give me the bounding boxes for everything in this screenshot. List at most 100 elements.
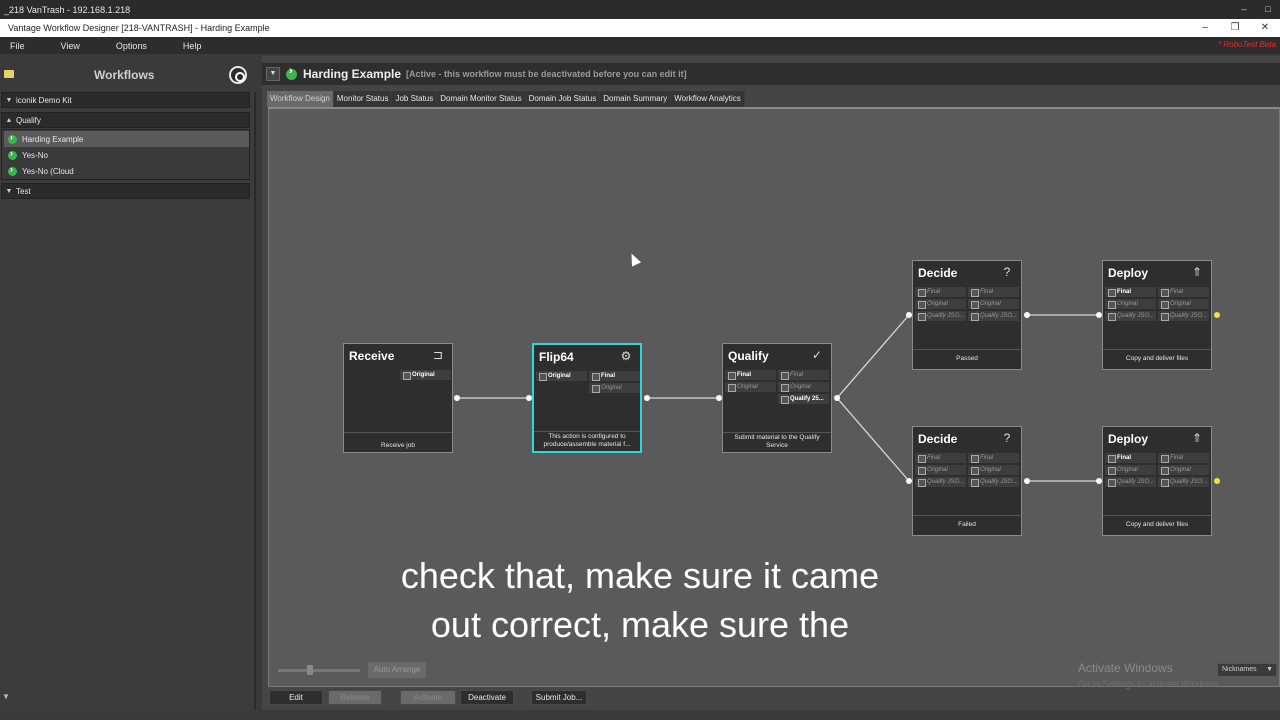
node-description: Submit material to the Qualify Service — [734, 434, 820, 449]
node-decide-failed[interactable]: Decide ? Final Original Qualify JSO... F… — [912, 426, 1022, 536]
input-port[interactable] — [526, 395, 532, 401]
node-variable: Qualify JSO... — [915, 311, 966, 321]
node-title: Receive — [349, 349, 395, 363]
output-port[interactable] — [644, 395, 650, 401]
collapse-arrow-icon[interactable]: ▲ — [2, 117, 16, 124]
close-button[interactable]: ✕ — [1250, 19, 1280, 37]
restore-button[interactable]: ❐ — [1220, 19, 1250, 37]
sidebar-item-label: Yes-No — [22, 150, 48, 160]
output-port[interactable] — [1024, 478, 1030, 484]
sidebar-group-label: Qualify — [16, 115, 41, 125]
node-variable: Original — [778, 382, 829, 392]
folder-icon — [4, 70, 14, 78]
sidebar-item-harding-example[interactable]: Harding Example — [4, 131, 249, 147]
input-port[interactable] — [1096, 312, 1102, 318]
output-port[interactable] — [454, 395, 460, 401]
sidebar-scroll-down-icon[interactable]: ▼ — [2, 692, 10, 701]
node-description-box: Submit material to the Qualify Service — [723, 432, 831, 452]
output-port[interactable] — [1024, 312, 1030, 318]
node-title: Flip64 — [539, 350, 574, 364]
deploy-icon: ⇑ — [1191, 431, 1203, 445]
edit-button[interactable]: Edit — [269, 690, 323, 705]
collapse-arrow-icon[interactable]: ▼ — [266, 67, 280, 81]
node-qualify[interactable]: Qualify ✓ Final Original Final Original … — [722, 343, 832, 453]
node-variable: Final — [915, 287, 966, 297]
node-description: Failed — [958, 521, 976, 528]
node-description: Passed — [956, 355, 978, 362]
tab-workflow-analytics[interactable]: Workflow Analytics — [671, 91, 745, 107]
node-receive[interactable]: Receive ⊐ Original Receive job — [343, 343, 453, 453]
node-variable: Qualify JSO... — [968, 311, 1019, 321]
node-variable: Original — [589, 383, 640, 393]
sidebar-title: Workflows — [94, 68, 155, 82]
node-title: Qualify — [728, 349, 769, 363]
active-workflow-icon — [8, 164, 17, 176]
submit-job-button[interactable]: Submit Job... — [531, 690, 587, 705]
node-description: Copy and deliver files — [1125, 521, 1189, 528]
node-description-box: Copy and deliver files — [1103, 515, 1211, 535]
menu-help[interactable]: Help — [175, 41, 210, 51]
output-port[interactable] — [834, 395, 840, 401]
window-title-bar: Vantage Workflow Designer [218-VANTRASH]… — [0, 19, 1280, 37]
activate-windows-watermark-hint: Go to Settings to activate Windows. — [1078, 679, 1221, 689]
node-variable: Original — [1158, 465, 1209, 475]
output-port-open[interactable] — [1214, 312, 1220, 318]
menu-view[interactable]: View — [53, 41, 88, 51]
node-variable: Final — [915, 453, 966, 463]
window-title: Vantage Workflow Designer [218-VANTRASH]… — [8, 23, 270, 33]
workflow-tabs: Workflow Design Monitor Status Job Statu… — [267, 91, 745, 107]
expand-arrow-icon[interactable]: ▼ — [2, 188, 16, 195]
node-variable: Final — [725, 370, 776, 380]
deactivate-button[interactable]: Deactivate — [460, 690, 514, 705]
sidebar-group-iconik-demo-kit[interactable]: ▼ iconik Demo Kit — [1, 92, 250, 108]
auto-arrange-button[interactable]: Auto Arrange — [368, 662, 426, 678]
node-deploy-bottom[interactable]: Deploy ⇑ Final Original Qualify JSO... F… — [1102, 426, 1212, 536]
input-port[interactable] — [1096, 478, 1102, 484]
tab-monitor-status[interactable]: Monitor Status — [333, 91, 393, 107]
input-port[interactable] — [906, 312, 912, 318]
sidebar-group-label: Test — [16, 186, 31, 196]
menu-bar: File View Options Help * RoboTest Beta — [0, 37, 1280, 54]
expand-arrow-icon[interactable]: ▼ — [2, 97, 16, 104]
node-variable: Original — [400, 370, 451, 380]
node-description: Receive job — [381, 442, 415, 449]
node-decide-passed[interactable]: Decide ? Final Original Qualify JSO... F… — [912, 260, 1022, 370]
remote-maximize-button[interactable]: □ — [1256, 0, 1280, 19]
nicknames-dropdown[interactable]: Nicknames ▼ — [1217, 663, 1277, 677]
node-title: Deploy — [1108, 266, 1149, 280]
menu-file[interactable]: File — [2, 41, 33, 51]
zoom-slider-thumb[interactable] — [307, 665, 313, 675]
connector-qualify-decide-top — [836, 314, 910, 399]
question-icon: ? — [1003, 265, 1011, 279]
node-flip64[interactable]: Flip64 ⚙ Original Final Original This ac… — [532, 343, 642, 453]
sidebar-header: Workflows — [0, 56, 256, 92]
tab-workflow-design[interactable]: Workflow Design — [267, 91, 334, 107]
remote-minimize-button[interactable]: – — [1232, 0, 1256, 19]
input-port[interactable] — [716, 395, 722, 401]
sidebar-group-qualify[interactable]: ▲ Qualify — [1, 112, 250, 128]
tab-domain-monitor-status[interactable]: Domain Monitor Status — [437, 91, 526, 107]
active-workflow-icon — [8, 148, 17, 160]
sidebar-group-test[interactable]: ▼ Test — [1, 183, 250, 199]
tab-domain-job-status[interactable]: Domain Job Status — [525, 91, 601, 107]
node-variable: Qualify JSO... — [915, 477, 966, 487]
node-deploy-top[interactable]: Deploy ⇑ Final Original Qualify JSO... F… — [1102, 260, 1212, 370]
caption-line: out correct, make sure the — [430, 604, 850, 645]
activate-button[interactable]: Activate — [400, 690, 456, 705]
node-variable: Qualify JSO... — [1158, 477, 1209, 487]
sidebar-item-yes-no-cloud[interactable]: Yes-No (Cloud — [4, 163, 249, 179]
activate-windows-watermark: Activate Windows — [1078, 661, 1173, 675]
tab-job-status[interactable]: Job Status — [392, 91, 438, 107]
node-variable: Qualify JSO... — [1105, 477, 1156, 487]
tab-domain-summary[interactable]: Domain Summary — [600, 91, 672, 107]
sidebar-item-yes-no[interactable]: Yes-No — [4, 147, 249, 163]
minimize-button[interactable]: – — [1190, 19, 1220, 37]
video-caption: check that, make sure it came out correc… — [280, 551, 1000, 649]
refresh-icon[interactable] — [229, 66, 247, 84]
input-port[interactable] — [906, 478, 912, 484]
release-button[interactable]: Release — [328, 690, 382, 705]
zoom-slider-track[interactable] — [278, 669, 360, 672]
workflow-active-icon — [286, 65, 297, 80]
output-port-open[interactable] — [1214, 478, 1220, 484]
menu-options[interactable]: Options — [108, 41, 155, 51]
